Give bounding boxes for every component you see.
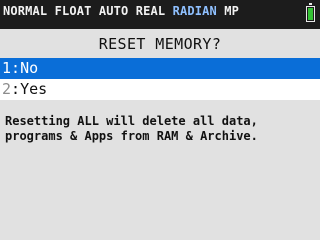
battery-icon — [306, 3, 315, 22]
option-number: 2 — [2, 80, 12, 98]
calculator-screen: NORMAL FLOAT AUTO REAL RADIAN MP RESET M… — [0, 0, 320, 240]
mode-mp: MP — [216, 4, 239, 18]
status-bar: NORMAL FLOAT AUTO REAL RADIAN MP — [0, 0, 320, 29]
menu-option-no[interactable]: 1:No — [0, 58, 320, 79]
mode-settings: NORMAL FLOAT AUTO REAL — [3, 4, 173, 18]
dialog-title: RESET MEMORY? — [98, 35, 222, 53]
menu-option-yes[interactable]: 2:Yes — [0, 79, 320, 100]
option-separator: : — [11, 59, 21, 77]
option-label: Yes — [20, 80, 48, 98]
option-label: No — [20, 59, 39, 77]
battery-level — [308, 8, 313, 20]
option-separator: : — [11, 80, 21, 98]
mode-indicators: NORMAL FLOAT AUTO REAL RADIAN MP — [3, 1, 239, 21]
option-number: 1 — [2, 59, 12, 77]
warning-message: Resetting ALL will delete all data, prog… — [5, 114, 258, 143]
angle-mode: RADIAN — [172, 4, 217, 18]
